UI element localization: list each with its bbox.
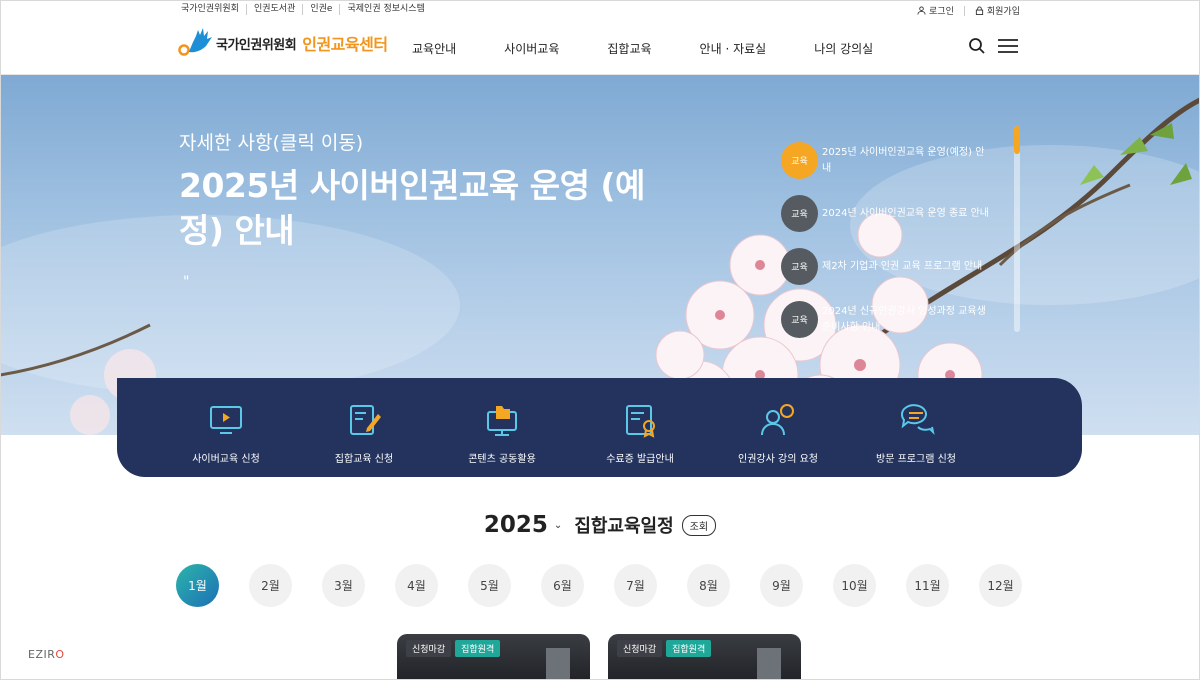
month-tab[interactable]: 1월 xyxy=(176,564,219,607)
month-tab[interactable]: 7월 xyxy=(614,564,657,607)
status-badge: 신청마감 xyxy=(617,640,663,657)
notice-text: 제2차 기업과 인권 교육 프로그램 안내 xyxy=(822,260,983,272)
notice-text: 2024년 사이버인권교육 운영 종료 안내 xyxy=(822,207,989,219)
nav-item[interactable]: 사이버교육 xyxy=(504,40,559,57)
quick-item-visit-program[interactable]: 방문 프로그램 신청 xyxy=(847,378,985,477)
chevron-down-icon[interactable]: ⌄ xyxy=(554,520,562,531)
quick-label: 인권강사 강의 요청 xyxy=(738,454,818,465)
schedule-title: 집합교육일정 xyxy=(574,516,674,537)
site-logo[interactable]: 국가인권위원회 인권교육센터 xyxy=(178,24,388,62)
certificate-icon xyxy=(626,405,655,438)
nav-item[interactable]: 교육안내 xyxy=(412,40,456,57)
notice-item[interactable]: 교육 제2차 기업과 인권 교육 프로그램 안내 xyxy=(781,240,1011,293)
course-card[interactable]: 신청마감 집합원격 xyxy=(608,634,801,680)
type-badge: 집합원격 xyxy=(455,640,501,657)
status-badge: 신청마감 xyxy=(406,640,452,657)
nav-item[interactable]: 나의 강의실 xyxy=(814,40,873,57)
folder-monitor-icon xyxy=(487,406,517,436)
util-link[interactable]: 국제인권 정보시스템 xyxy=(339,4,431,15)
hero-subtitle[interactable]: 자세한 사항(클릭 이동) xyxy=(179,128,363,155)
card-tags: 신청마감 집합원격 xyxy=(406,640,501,657)
type-badge: 집합원격 xyxy=(666,640,712,657)
watermark-text: EZIR xyxy=(28,648,56,661)
month-tab[interactable]: 8월 xyxy=(687,564,730,607)
notice-text: 2025년 사이버인권교육 운영(예정) 안내 xyxy=(822,146,985,174)
book-pen-icon xyxy=(350,405,381,435)
card-thumbnail xyxy=(546,648,570,680)
course-card[interactable]: 신청마감 집합원격 xyxy=(397,634,590,680)
notice-scrollbar[interactable] xyxy=(1014,126,1020,332)
notice-item[interactable]: 교육 2024년 신규인권강사 양성과정 교육생 준비사항 안내 xyxy=(781,293,1011,346)
card-tags: 신청마감 집합원격 xyxy=(617,640,712,657)
menu-icon[interactable] xyxy=(998,38,1018,54)
notice-text: 2024년 신규인권강사 양성과정 교육생 준비사항 안내 xyxy=(822,305,986,333)
util-link[interactable]: 인권e xyxy=(302,4,339,15)
month-tab[interactable]: 10월 xyxy=(833,564,876,607)
utility-bar: 국가인권위원회 인권도서관 인권e 국제인권 정보시스템 로그인 회원가입 xyxy=(0,0,1200,22)
quick-menu: 사이버교육 신청 집합교육 신청 콘텐츠 공동활용 수료증 발급안내 인권강사 … xyxy=(117,378,1082,477)
login-link[interactable]: 로그인 xyxy=(917,4,954,17)
month-tabs: 1월 2월 3월 4월 5월 6월 7월 8월 9월 10월 11월 12월 xyxy=(176,564,1022,607)
logo-center-text: 인권교육센터 xyxy=(302,35,388,54)
logo-org-text: 국가인권위원회 xyxy=(216,37,297,53)
hand-logo-icon xyxy=(178,28,212,56)
people-chat-icon xyxy=(761,404,794,436)
chat-bubbles-icon xyxy=(901,404,935,436)
month-tab[interactable]: 3월 xyxy=(322,564,365,607)
nav-item[interactable]: 안내 · 자료실 xyxy=(700,40,767,57)
util-link[interactable]: 국가인권위원회 xyxy=(181,4,246,15)
notice-item[interactable]: 교육 2024년 사이버인권교육 운영 종료 안내 xyxy=(781,187,1011,240)
login-label: 로그인 xyxy=(929,7,954,17)
site-header: 국가인권위원회 인권교육센터 교육안내 사이버교육 집합교육 안내 · 자료실 … xyxy=(0,22,1200,75)
month-tab[interactable]: 5월 xyxy=(468,564,511,607)
month-tab[interactable]: 11월 xyxy=(906,564,949,607)
quick-item-cyber-apply[interactable]: 사이버교육 신청 xyxy=(157,378,295,477)
quick-item-group-apply[interactable]: 집합교육 신청 xyxy=(295,378,433,477)
month-tab[interactable]: 9월 xyxy=(760,564,803,607)
quick-label: 콘텐츠 공동활용 xyxy=(468,454,536,465)
schedule-header: 2025 ⌄ 집합교육일정 조회 xyxy=(0,512,1200,538)
course-cards: 신청마감 집합원격 신청마감 집합원격 xyxy=(397,634,801,680)
nav-item[interactable]: 집합교육 xyxy=(607,40,651,57)
main-nav: 교육안내 사이버교육 집합교육 안내 · 자료실 나의 강의실 xyxy=(412,40,873,57)
account-links: 로그인 회원가입 xyxy=(917,4,1020,17)
lookup-button[interactable]: 조회 xyxy=(681,514,717,536)
watermark-accent: O xyxy=(55,648,65,661)
quick-label: 수료증 발급안내 xyxy=(606,454,674,465)
notice-badge: 교육 xyxy=(781,142,818,179)
month-tab[interactable]: 2월 xyxy=(249,564,292,607)
search-icon[interactable] xyxy=(968,37,986,55)
card-thumbnail xyxy=(757,648,781,680)
watermark: EZIRO xyxy=(28,648,65,661)
notice-badge: 교육 xyxy=(781,195,818,232)
notice-item[interactable]: 교육 2025년 사이버인권교육 운영(예정) 안내 xyxy=(781,134,1011,187)
hero-title[interactable]: 2025년 사이버인권교육 운영 (예정) 안내 xyxy=(179,163,659,253)
year-select[interactable]: 2025 xyxy=(484,512,548,538)
divider xyxy=(963,5,965,16)
monitor-play-icon xyxy=(210,406,242,434)
scroll-thumb[interactable] xyxy=(1014,126,1020,154)
pause-control[interactable]: " xyxy=(183,274,189,290)
quick-item-instructor-request[interactable]: 인권강사 강의 요청 xyxy=(709,378,847,477)
notice-badge: 교육 xyxy=(781,301,818,338)
util-link[interactable]: 인권도서관 xyxy=(245,4,302,15)
quick-label: 방문 프로그램 신청 xyxy=(876,454,956,465)
quick-label: 집합교육 신청 xyxy=(334,454,394,465)
lock-icon xyxy=(975,6,983,15)
month-tab[interactable]: 4월 xyxy=(395,564,438,607)
user-icon xyxy=(917,6,926,15)
signup-link[interactable]: 회원가입 xyxy=(975,4,1020,17)
quick-item-certificate[interactable]: 수료증 발급안내 xyxy=(571,378,709,477)
quick-item-content-share[interactable]: 콘텐츠 공동활용 xyxy=(433,378,571,477)
month-tab[interactable]: 6월 xyxy=(541,564,584,607)
quick-label: 사이버교육 신청 xyxy=(192,454,260,465)
signup-label: 회원가입 xyxy=(986,7,1020,17)
header-actions xyxy=(968,37,1018,55)
notice-badge: 교육 xyxy=(781,248,818,285)
hero-notice-list: 교육 2025년 사이버인권교육 운영(예정) 안내 교육 2024년 사이버인… xyxy=(781,134,1011,346)
month-tab[interactable]: 12월 xyxy=(979,564,1022,607)
family-links: 국가인권위원회 인권도서관 인권e 국제인권 정보시스템 xyxy=(181,4,432,15)
